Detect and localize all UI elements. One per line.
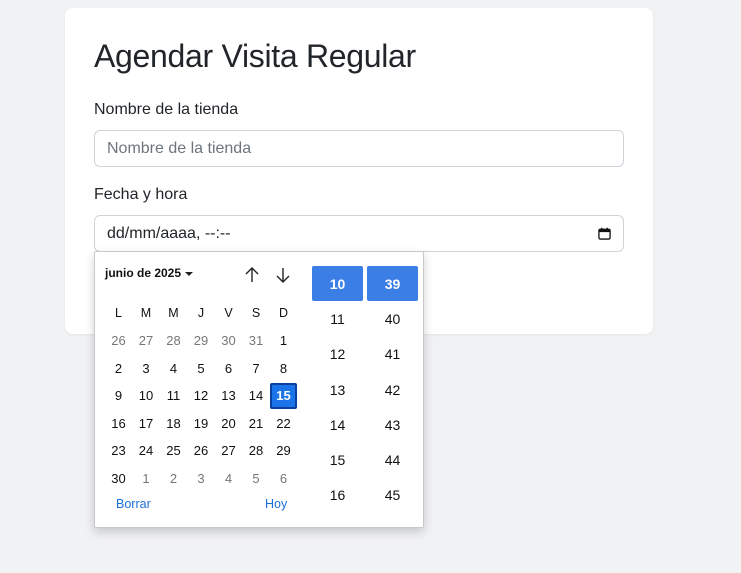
calendar-day[interactable]: 8 [270, 355, 297, 381]
weekday-header: J [197, 306, 205, 320]
calendar-day[interactable]: 5 [243, 465, 270, 491]
calendar-day[interactable]: 10 [133, 383, 160, 409]
month-year-label: junio de 2025 [105, 266, 182, 280]
hour-option[interactable]: 16 [312, 478, 363, 513]
calendar-day[interactable]: 20 [215, 410, 242, 436]
calendar-day[interactable]: 4 [160, 355, 187, 381]
datetime-input[interactable]: dd/mm/aaaa, --:-- [94, 215, 624, 252]
weekday-header: M [168, 306, 179, 320]
calendar-day[interactable]: 29 [188, 328, 215, 354]
calendar-day[interactable]: 11 [160, 383, 187, 409]
calendar-day[interactable]: 14 [243, 383, 270, 409]
store-name-input[interactable] [94, 130, 624, 167]
calendar-day[interactable]: 18 [160, 410, 187, 436]
calendar-day[interactable]: 26 [105, 328, 132, 354]
calendar-day[interactable]: 16 [105, 410, 132, 436]
calendar-day[interactable]: 28 [243, 438, 270, 464]
arrow-down-icon [276, 268, 290, 283]
weekday-header: S [251, 306, 261, 320]
datetime-picker-popup: junio de 2025 L M M J V S D 26 27 28 29 30 31 1 2 3 4 5 6 7… [94, 251, 424, 528]
calendar-day[interactable]: 3 [188, 465, 215, 491]
calendar-day[interactable]: 9 [105, 383, 132, 409]
caret-down-icon [185, 271, 194, 276]
minute-option[interactable]: 45 [367, 478, 418, 513]
arrow-up-icon [245, 267, 259, 282]
weekday-header: M [140, 306, 152, 320]
clear-button[interactable]: Borrar [116, 497, 151, 511]
calendar-day[interactable]: 30 [105, 465, 132, 491]
calendar-day[interactable]: 25 [160, 438, 187, 464]
calendar-day[interactable]: 6 [270, 465, 297, 491]
selected-day[interactable]: 15 [270, 382, 297, 409]
calendar-day[interactable]: 1 [133, 465, 160, 491]
hour-option[interactable]: 11 [312, 301, 363, 336]
minute-option[interactable]: 42 [367, 372, 418, 407]
calendar-day[interactable]: 31 [243, 328, 270, 354]
calendar-day[interactable]: 5 [188, 355, 215, 381]
calendar-day[interactable]: 2 [160, 465, 187, 491]
calendar-day[interactable]: 24 [133, 438, 160, 464]
calendar-day[interactable]: 7 [243, 355, 270, 381]
calendar-day[interactable]: 17 [133, 410, 160, 436]
hour-option[interactable]: 12 [312, 337, 363, 372]
minute-option[interactable]: 40 [367, 301, 418, 336]
minute-option[interactable]: 41 [367, 337, 418, 372]
minute-column: 39 40 41 42 43 44 45 [367, 266, 418, 513]
weekday-header: D [278, 306, 289, 320]
hour-option[interactable]: 13 [312, 372, 363, 407]
prev-month-button[interactable] [243, 266, 261, 284]
selected-hour[interactable]: 10 [312, 266, 363, 302]
calendar-day[interactable]: 13 [215, 383, 242, 409]
hour-option[interactable]: 14 [312, 407, 363, 442]
datetime-value: dd/mm/aaaa, --:-- [107, 224, 231, 242]
calendar-day[interactable]: 3 [133, 355, 160, 381]
hour-column: 10 11 12 13 14 15 16 [312, 266, 363, 513]
store-name-label: Nombre de la tienda [94, 101, 239, 118]
calendar-day[interactable]: 29 [270, 438, 297, 464]
calendar-day[interactable]: 1 [270, 328, 297, 354]
calendar-day[interactable]: 28 [160, 328, 187, 354]
calendar-day[interactable]: 4 [215, 465, 242, 491]
calendar-icon[interactable] [597, 227, 611, 241]
calendar-day[interactable]: 27 [133, 328, 160, 354]
calendar-day[interactable]: 30 [215, 328, 242, 354]
calendar-day[interactable]: 27 [215, 438, 242, 464]
weekday-header: L [115, 306, 122, 320]
today-button[interactable]: Hoy [265, 497, 287, 511]
calendar-day[interactable]: 19 [188, 410, 215, 436]
calendar-day[interactable]: 23 [105, 438, 132, 464]
calendar-day[interactable]: 6 [215, 355, 242, 381]
calendar-day[interactable]: 12 [188, 383, 215, 409]
weekday-header: V [224, 306, 233, 320]
month-year-selector[interactable]: junio de 2025 [105, 266, 194, 280]
hour-option[interactable]: 15 [312, 442, 363, 477]
selected-minute[interactable]: 39 [367, 266, 418, 302]
calendar-day[interactable]: 22 [270, 410, 297, 436]
calendar-day[interactable]: 26 [188, 438, 215, 464]
minute-option[interactable]: 44 [367, 442, 418, 477]
next-month-button[interactable] [274, 266, 292, 284]
calendar-day[interactable]: 2 [105, 355, 132, 381]
datetime-label: Fecha y hora [94, 186, 188, 203]
page-title: Agendar Visita Regular [94, 38, 416, 74]
minute-option[interactable]: 43 [367, 407, 418, 442]
calendar-day[interactable]: 21 [243, 410, 270, 436]
